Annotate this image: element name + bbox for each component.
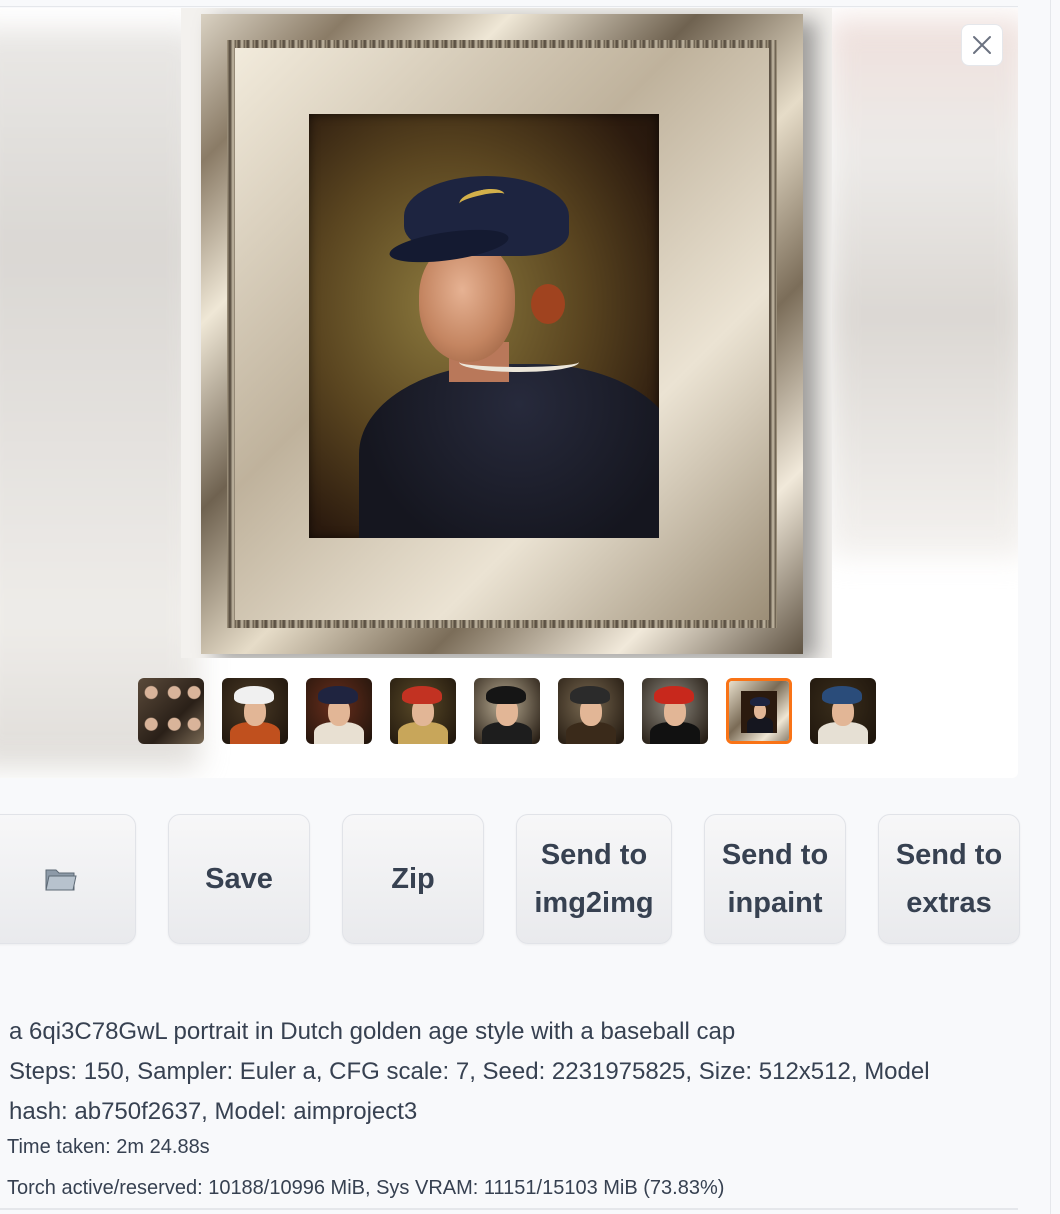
gallery-backdrop-left (0, 28, 200, 768)
gallery-thumbnail[interactable] (222, 678, 288, 744)
send-to-img2img-button[interactable]: Send to img2img (516, 814, 672, 944)
close-icon (973, 36, 991, 54)
gallery-thumbnail[interactable] (558, 678, 624, 744)
portrait-body (359, 364, 659, 538)
gallery-thumbnail[interactable] (474, 678, 540, 744)
gallery-backdrop-right (828, 18, 1018, 558)
vram-usage: Torch active/reserved: 10188/10996 MiB, … (7, 1177, 725, 1199)
ornate-frame (201, 14, 803, 654)
top-divider (0, 6, 1018, 7)
preview-image[interactable] (181, 8, 832, 658)
close-button[interactable] (961, 24, 1003, 66)
gallery-thumbnail[interactable] (390, 678, 456, 744)
save-button[interactable]: Save (168, 814, 310, 944)
gallery-thumbnail[interactable] (726, 678, 792, 744)
send-to-extras-button[interactable]: Send to extras (878, 814, 1020, 944)
zip-button[interactable]: Zip (342, 814, 484, 944)
image-gallery (0, 8, 1018, 778)
folder-icon (45, 869, 77, 891)
generation-params: Steps: 150, Sampler: Euler a, CFG scale:… (9, 1058, 930, 1125)
open-folder-button[interactable] (0, 814, 136, 944)
gallery-thumbnail[interactable] (810, 678, 876, 744)
gallery-thumbnail[interactable] (642, 678, 708, 744)
time-taken: Time taken: 2m 24.88s (7, 1136, 210, 1158)
prompt-text: a 6qi3C78GwL portrait in Dutch golden ag… (9, 1018, 736, 1045)
bottom-divider (0, 1208, 1018, 1210)
generation-info: a 6qi3C78GwL portrait in Dutch golden ag… (9, 1012, 1009, 1132)
portrait-canvas (309, 114, 659, 538)
right-divider (1050, 0, 1051, 1214)
thumbnail-strip (138, 678, 880, 744)
gallery-thumbnail[interactable] (138, 678, 204, 744)
gallery-thumbnail[interactable] (306, 678, 372, 744)
send-to-inpaint-button[interactable]: Send to inpaint (704, 814, 846, 944)
